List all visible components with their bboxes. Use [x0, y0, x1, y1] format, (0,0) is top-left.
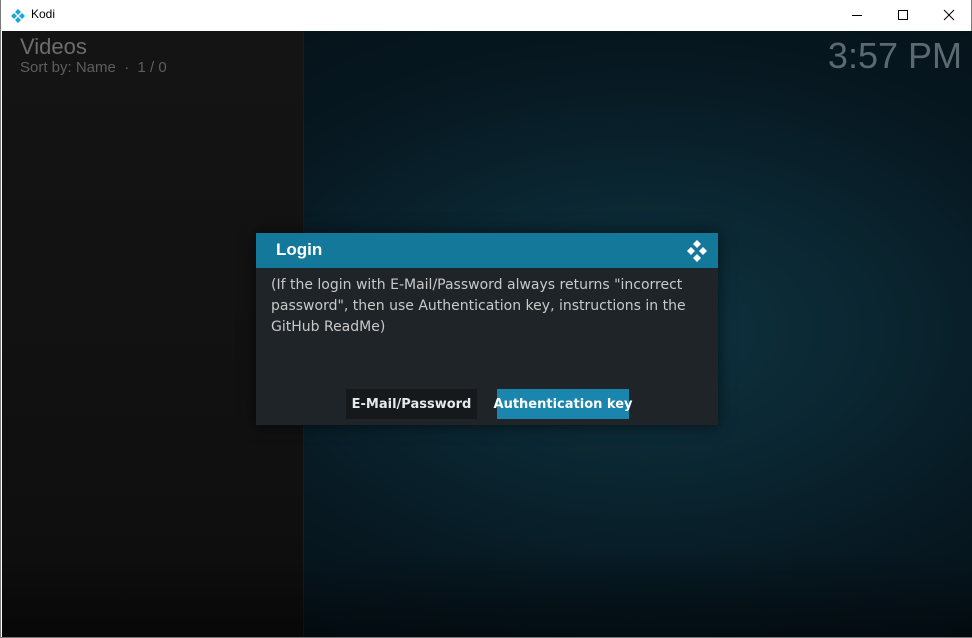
close-button[interactable]	[926, 0, 972, 30]
email-password-button[interactable]: E-Mail/Password	[346, 389, 477, 419]
sort-info: Sort by: Name · 1 / 0	[20, 59, 167, 76]
title-bar[interactable]: Kodi	[1, 0, 971, 30]
maximize-button[interactable]	[880, 0, 926, 30]
window-title: Kodi	[31, 7, 56, 21]
minimize-button[interactable]	[834, 0, 880, 30]
page-title: Videos	[20, 34, 87, 59]
close-icon	[943, 9, 955, 21]
minimize-icon	[852, 15, 862, 16]
bottom-shade	[2, 551, 972, 637]
kodi-logo-icon	[11, 9, 25, 23]
dialog-title: Login	[276, 240, 323, 259]
maximize-icon	[898, 10, 908, 20]
authentication-key-button[interactable]: Authentication key	[494, 389, 633, 419]
kodi-window: Kodi Videos Sort by: Name · 1 / 0 3:57 P…	[0, 0, 972, 638]
clock: 3:57 PM	[827, 35, 962, 76]
kodi-logo-icon	[687, 240, 707, 262]
login-dialog: Login (If the login with E-Mail/Password…	[256, 233, 718, 425]
dialog-header: Login	[256, 233, 718, 268]
dialog-message: (If the login with E-Mail/Password alway…	[271, 277, 686, 335]
kodi-main-area: Videos Sort by: Name · 1 / 0 3:57 PM Log…	[2, 31, 972, 637]
